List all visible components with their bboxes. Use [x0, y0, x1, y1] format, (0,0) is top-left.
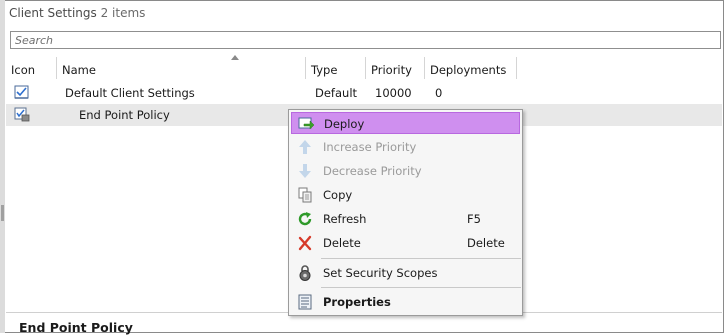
search-placeholder: Search	[15, 34, 54, 47]
menu-item-shortcut: Delete	[467, 236, 505, 250]
row-type: Default	[315, 86, 358, 100]
menu-item-label: Increase Priority	[323, 140, 417, 154]
menu-item-label: Properties	[323, 295, 391, 309]
column-header-icon[interactable]: Icon	[6, 57, 57, 79]
row-priority: 10000	[375, 86, 412, 100]
column-header-type[interactable]: Type	[306, 57, 366, 79]
column-header-priority[interactable]: Priority	[366, 57, 425, 79]
menu-item-label: Set Security Scopes	[323, 266, 438, 280]
menu-item-increase-priority[interactable]: Increase Priority	[291, 136, 520, 158]
deploy-icon	[298, 117, 314, 130]
panel-item-count: 2 items	[100, 6, 146, 20]
menu-item-label: Deploy	[324, 117, 365, 131]
panel-title: Client Settings 2 items	[9, 6, 145, 20]
antimalware-policy-icon	[14, 107, 30, 122]
menu-item-label: Refresh	[323, 212, 367, 226]
menu-item-shortcut: F5	[467, 212, 481, 226]
arrow-down-icon	[299, 164, 311, 178]
splitter-grip[interactable]	[1, 205, 4, 221]
column-header-name-label: Name	[62, 63, 96, 77]
menu-item-copy[interactable]: Copy	[291, 184, 520, 206]
menu-separator	[321, 258, 521, 259]
table-row[interactable]: Default Client Settings Default 10000 0	[6, 82, 722, 104]
menu-item-label: Copy	[323, 188, 353, 202]
search-input[interactable]: Search	[10, 31, 721, 49]
sort-ascending-icon	[231, 55, 239, 60]
refresh-icon	[298, 212, 312, 226]
menu-item-delete[interactable]: Delete Delete	[291, 232, 520, 254]
menu-separator	[321, 287, 521, 288]
column-header-deployments[interactable]: Deployments	[425, 57, 517, 79]
client-settings-icon	[14, 85, 29, 99]
menu-item-properties[interactable]: Properties	[291, 291, 520, 313]
arrow-up-icon	[299, 140, 311, 154]
menu-item-set-security-scopes[interactable]: Set Security Scopes	[291, 262, 520, 284]
row-name: End Point Policy	[79, 108, 170, 122]
security-scopes-icon	[299, 265, 311, 281]
left-splitter[interactable]	[0, 0, 5, 333]
delete-icon	[298, 235, 312, 251]
row-deployments: 0	[435, 86, 443, 100]
list-header: Icon Name Type Priority Deployments	[6, 55, 722, 79]
properties-icon	[298, 294, 312, 310]
menu-item-refresh[interactable]: Refresh F5	[291, 208, 520, 230]
panel-title-text: Client Settings	[9, 6, 97, 20]
column-header-name[interactable]: Name	[57, 55, 306, 79]
menu-item-label: Decrease Priority	[323, 164, 422, 178]
context-menu: Deploy Increase Priority Decrease Priori…	[288, 109, 523, 316]
menu-item-deploy[interactable]: Deploy	[291, 112, 520, 134]
menu-item-decrease-priority[interactable]: Decrease Priority	[291, 160, 520, 182]
copy-icon	[298, 187, 312, 203]
menu-item-label: Delete	[323, 236, 361, 250]
row-name: Default Client Settings	[65, 86, 195, 100]
